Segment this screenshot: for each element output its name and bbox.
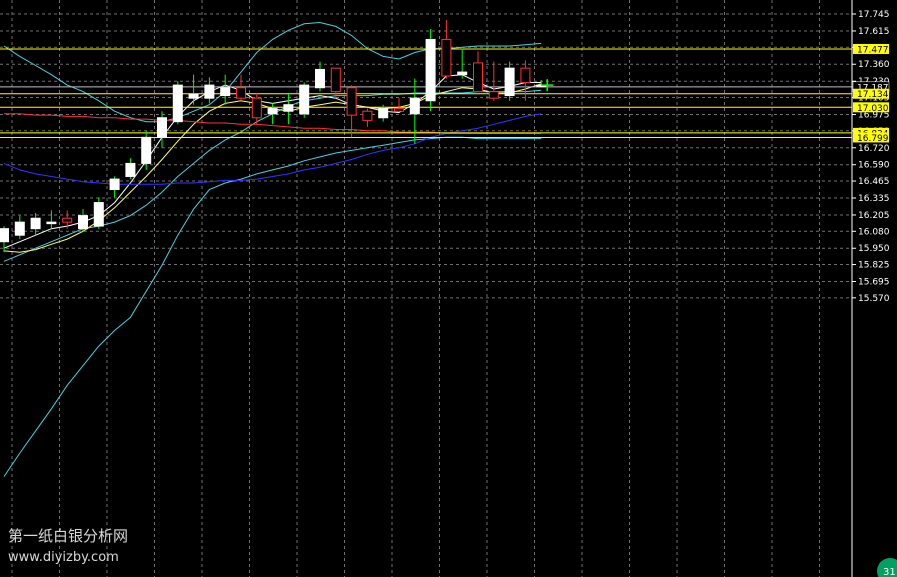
candle-body-up xyxy=(220,87,231,97)
candle-body-up xyxy=(315,68,325,89)
level-tag-label: 17.134 xyxy=(857,90,889,100)
candle-body-up xyxy=(157,117,167,138)
candle-body-up xyxy=(30,217,41,230)
candle-body-up xyxy=(204,84,215,99)
candle-body-up xyxy=(425,38,436,102)
candlestick-chart: 17.74517.61517.49017.36017.23017.10516.9… xyxy=(0,0,897,577)
candle-body-up xyxy=(172,84,183,123)
candle-body-up xyxy=(188,93,199,99)
candle-body-up xyxy=(267,108,278,115)
candle-body-up xyxy=(457,71,468,76)
watermark-name: 第一纸白银分析网 xyxy=(8,527,128,545)
candle-body-up xyxy=(283,104,294,112)
watermark-url: www.diyizby.com xyxy=(8,550,119,565)
candle-body-up xyxy=(125,162,136,177)
candle-body-up xyxy=(378,108,389,119)
y-tick-label: 16.335 xyxy=(858,194,890,204)
candle-body-down xyxy=(473,62,483,93)
candle-body-up xyxy=(409,97,420,115)
candle-body-down xyxy=(251,97,262,119)
candle-body-down xyxy=(62,217,73,223)
price-level-tags: 17.47717.18717.13417.03016.83416.799 xyxy=(852,43,890,144)
y-tick-label: 15.695 xyxy=(858,278,890,288)
level-tag-label: 16.799 xyxy=(857,134,889,144)
candle-body-up xyxy=(109,178,120,191)
y-tick-label: 17.615 xyxy=(858,27,890,37)
candle-body-down xyxy=(394,108,404,112)
candle-body-up xyxy=(0,228,9,243)
candle-body-up xyxy=(299,84,310,115)
y-tick-label: 16.720 xyxy=(858,144,890,154)
y-tick-label: 15.950 xyxy=(858,244,890,254)
level-tag-label: 17.477 xyxy=(857,45,889,55)
y-tick-label: 15.825 xyxy=(858,261,890,271)
y-tick-label: 16.590 xyxy=(858,161,890,171)
candle-body-down xyxy=(330,67,341,93)
indicator-lines xyxy=(3,21,542,477)
candle-body-up xyxy=(504,67,515,97)
y-tick-label: 15.570 xyxy=(858,294,890,304)
candle-body-down xyxy=(362,110,373,121)
candle-body-up xyxy=(14,221,25,236)
indicator-line xyxy=(3,136,542,477)
candle-body-down xyxy=(236,87,246,99)
level-tag-label: 17.030 xyxy=(857,104,889,114)
candle-body-down xyxy=(441,38,452,77)
candle-body-up xyxy=(141,136,152,164)
candle-body-down xyxy=(488,91,499,99)
y-tick-label: 17.745 xyxy=(858,10,890,20)
candle-body-up xyxy=(93,202,104,227)
y-tick-label: 16.080 xyxy=(858,227,890,237)
candle-body-down xyxy=(346,87,357,116)
candle-body-up xyxy=(78,215,88,230)
candle-body-down xyxy=(520,67,531,84)
indicator-line xyxy=(3,113,542,185)
candles xyxy=(0,19,547,253)
y-tick-label: 16.465 xyxy=(858,177,890,187)
candle-body-up xyxy=(46,221,57,225)
corner-badge-label: 31 xyxy=(883,567,896,577)
y-tick-label: 16.205 xyxy=(858,211,890,221)
y-tick-label: 17.360 xyxy=(858,60,890,70)
